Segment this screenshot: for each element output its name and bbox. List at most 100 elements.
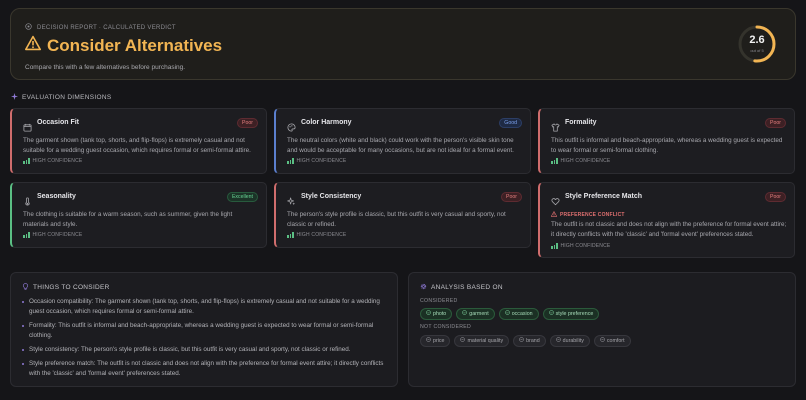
lightbulb-icon: [22, 283, 29, 292]
verdict-card: DECISION REPORT · CALCULATED VERDICT Con…: [10, 8, 796, 80]
score-ring: 2.6 out of 5: [737, 24, 777, 64]
confidence-indicator: HIGH CONFIDENCE: [23, 232, 82, 238]
considerations-panel: THINGS TO CONSIDER Occasion compatibilit…: [10, 272, 398, 387]
chip-price: price: [420, 335, 451, 347]
verdict-title-text: Consider Alternatives: [47, 35, 223, 55]
considered-chips: photo garment occasion style preference: [420, 308, 600, 320]
considerations-heading: THINGS TO CONSIDER: [22, 283, 110, 292]
chip-label: garment: [469, 310, 489, 317]
warning-icon: [25, 35, 41, 56]
dimensions-heading: EVALUATION DIMENSIONS: [11, 93, 112, 102]
chip-label: occasion: [511, 310, 533, 317]
sparkle-icon: [11, 93, 18, 102]
confidence-label: HIGH CONFIDENCE: [32, 232, 83, 238]
check-circle-icon: [548, 310, 554, 318]
chip-style-preference: style preference: [542, 308, 600, 320]
sparkle-icon: [287, 193, 296, 206]
dimension-card-style-consistency: Style Consistency Poor The person's styl…: [274, 182, 531, 248]
dimension-card-occasion-fit: Occasion Fit Poor The garment shown (tan…: [10, 108, 267, 174]
not-considered-label: NOT CONSIDERED: [420, 324, 472, 330]
dimension-title: Style Consistency: [301, 193, 362, 200]
dimension-title: Formality: [565, 119, 597, 126]
minus-circle-icon: [460, 337, 466, 345]
dimension-text: This outfit is informal and beach-approp…: [551, 137, 783, 154]
verdict-title: Consider Alternatives: [25, 35, 222, 56]
dimension-card-color-harmony: Color Harmony Good The neutral colors (w…: [274, 108, 531, 174]
dimension-title: Color Harmony: [301, 119, 352, 126]
score-value: 2.6: [749, 34, 765, 46]
chip-label: style preference: [555, 310, 594, 317]
dimension-title: Occasion Fit: [37, 119, 80, 126]
chip-comfort: comfort: [593, 335, 631, 347]
chip-occasion: occasion: [498, 308, 539, 320]
conflict-label: PREFERENCE CONFLICT: [560, 212, 625, 218]
gear-icon: [420, 283, 427, 292]
dimension-title: Seasonality: [37, 193, 76, 200]
calendar-icon: [23, 119, 32, 132]
confidence-label: HIGH CONFIDENCE: [296, 158, 347, 164]
chip-photo: photo: [420, 308, 453, 320]
confidence-indicator: HIGH CONFIDENCE: [287, 232, 346, 238]
rating-badge: Poor: [501, 192, 522, 202]
target-icon: [25, 23, 32, 32]
verdict-eyebrow-text: DECISION REPORT · CALCULATED VERDICT: [37, 24, 176, 31]
dimension-title: Style Preference Match: [565, 193, 643, 200]
confidence-indicator: HIGH CONFIDENCE: [23, 158, 82, 164]
signal-bars-icon: [23, 232, 30, 238]
minus-circle-icon: [519, 337, 524, 345]
chip-label: price: [433, 337, 445, 344]
dimension-text: The neutral colors (white and black) cou…: [287, 137, 514, 154]
chip-durability: durability: [549, 335, 590, 347]
rating-badge: Poor: [765, 192, 786, 202]
preference-conflict-flag: PREFERENCE CONFLICT: [550, 211, 625, 219]
dimension-text: The outfit is not classic and does not a…: [551, 221, 787, 238]
minus-circle-icon: [600, 337, 605, 345]
signal-bars-icon: [23, 158, 30, 164]
rating-badge: Excellent: [226, 192, 258, 202]
considerations-heading-text: THINGS TO CONSIDER: [33, 284, 110, 291]
analysis-heading: ANALYSIS BASED ON: [420, 283, 503, 292]
verdict-subtitle: Compare this with a few alternatives bef…: [25, 64, 186, 71]
rating-badge: Poor: [765, 118, 786, 128]
confidence-indicator: HIGH CONFIDENCE: [551, 158, 610, 164]
chip-label: durability: [562, 337, 584, 344]
chip-label: comfort: [606, 337, 625, 344]
signal-bars-icon: [287, 158, 294, 164]
chip-material-quality: material quality: [454, 335, 510, 347]
heart-icon: [551, 193, 560, 206]
not-considered-chips: price material quality brand durability …: [420, 335, 631, 347]
thermometer-icon: [23, 193, 32, 206]
confidence-label: HIGH CONFIDENCE: [560, 158, 611, 164]
rating-badge: Poor: [237, 118, 258, 128]
confidence-label: HIGH CONFIDENCE: [560, 243, 611, 249]
score-out-of: out of 5: [750, 48, 764, 53]
considerations-list: Occasion compatibility: The garment show…: [22, 297, 385, 383]
dimension-card-style-preference-match: Style Preference Match Poor PREFERENCE C…: [538, 182, 795, 258]
dimension-card-seasonality: Seasonality Excellent The clothing is su…: [10, 182, 267, 248]
dimension-text: The person's style profile is classic, b…: [287, 211, 506, 228]
dimension-card-formality: Formality Poor This outfit is informal a…: [538, 108, 795, 174]
chip-brand: brand: [513, 335, 546, 347]
palette-icon: [287, 119, 296, 132]
analysis-heading-text: ANALYSIS BASED ON: [431, 284, 503, 291]
chip-label: brand: [526, 337, 540, 344]
considered-label: CONSIDERED: [420, 298, 458, 304]
signal-bars-icon: [551, 243, 558, 249]
shirt-icon: [551, 119, 560, 132]
list-item: Style preference match: The outfit is no…: [22, 359, 385, 379]
minus-circle-icon: [555, 337, 561, 345]
chip-label: material quality: [467, 337, 504, 344]
check-circle-icon: [462, 310, 468, 318]
confidence-indicator: HIGH CONFIDENCE: [287, 158, 346, 164]
confidence-label: HIGH CONFIDENCE: [32, 158, 83, 164]
chip-garment: garment: [456, 308, 495, 320]
signal-bars-icon: [287, 232, 294, 238]
check-circle-icon: [504, 310, 510, 318]
list-item: Formality: This outfit is informal and b…: [22, 321, 385, 341]
minus-circle-icon: [426, 337, 431, 345]
confidence-indicator: HIGH CONFIDENCE: [551, 243, 610, 249]
dimension-text: The clothing is suitable for a warm seas…: [23, 211, 233, 228]
verdict-eyebrow: DECISION REPORT · CALCULATED VERDICT: [25, 23, 176, 32]
chip-label: photo: [433, 310, 447, 317]
confidence-label: HIGH CONFIDENCE: [296, 232, 347, 238]
